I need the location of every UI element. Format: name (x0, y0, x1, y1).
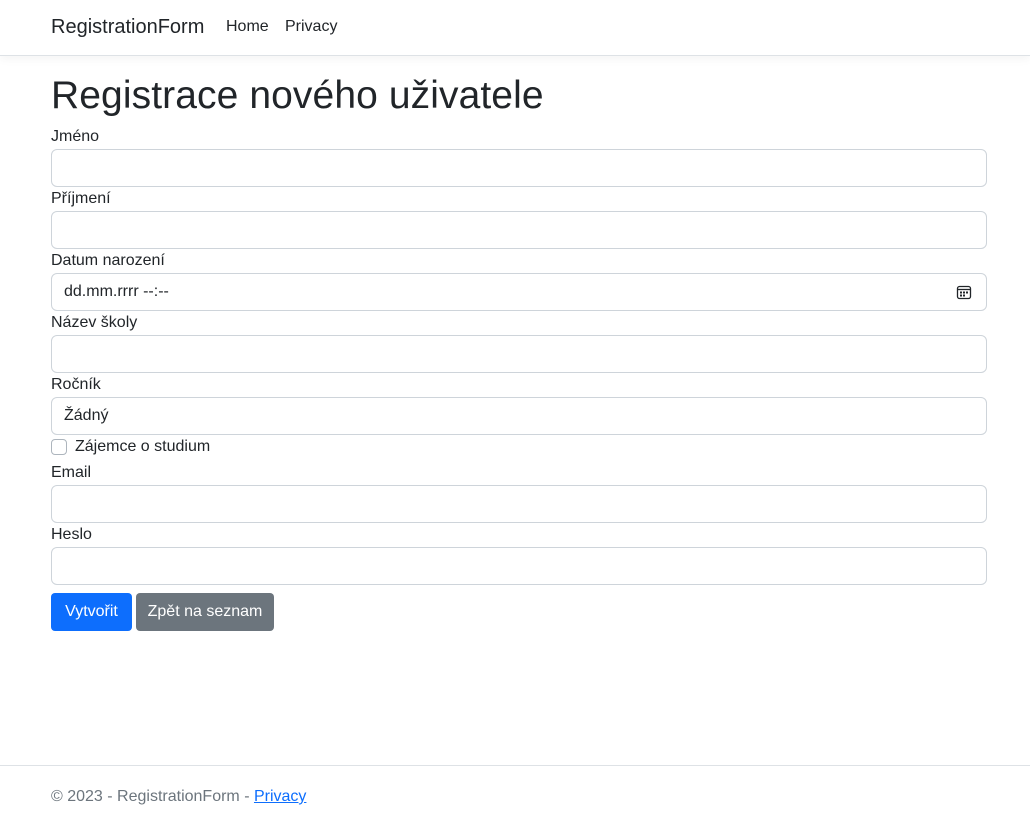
footer-copyright: © 2023 - RegistrationForm - (51, 788, 254, 805)
footer: © 2023 - RegistrationForm - Privacy (0, 765, 1030, 826)
grade-label: Ročník (51, 376, 101, 393)
footer-text: © 2023 - RegistrationForm - Privacy (51, 788, 306, 806)
last-name-label: Příjmení (51, 190, 111, 207)
interested-label[interactable]: Zájemce o studium (75, 438, 210, 456)
interested-checkbox[interactable] (51, 439, 67, 455)
email-input[interactable] (51, 485, 987, 523)
grade-selected-value: Žádný (64, 407, 109, 424)
birth-date-input[interactable]: dd.mm.rrrr --:-- (51, 273, 987, 311)
page-title: Registrace nového uživatele (51, 74, 544, 117)
create-button[interactable]: Vytvořit (51, 593, 132, 631)
calendar-icon[interactable] (956, 284, 972, 300)
first-name-input[interactable] (51, 149, 987, 187)
navbar: RegistrationForm Home Privacy (0, 0, 1030, 56)
school-input[interactable] (51, 335, 987, 373)
grade-select[interactable]: Žádný (51, 397, 987, 435)
birth-date-placeholder: dd.mm.rrrr --:-- (64, 283, 169, 300)
nav-link-home[interactable]: Home (226, 18, 269, 36)
birth-date-label: Datum narození (51, 252, 165, 269)
navbar-brand[interactable]: RegistrationForm (51, 16, 204, 39)
footer-privacy-link[interactable]: Privacy (254, 788, 306, 805)
email-label: Email (51, 464, 92, 481)
password-input[interactable] (51, 547, 987, 585)
first-name-label: Jméno (51, 128, 100, 145)
back-to-list-button[interactable]: Zpět na seznam (136, 593, 274, 631)
nav-link-privacy[interactable]: Privacy (285, 18, 337, 36)
school-label: Název školy (51, 314, 138, 331)
password-label: Heslo (51, 526, 92, 543)
last-name-input[interactable] (51, 211, 987, 249)
